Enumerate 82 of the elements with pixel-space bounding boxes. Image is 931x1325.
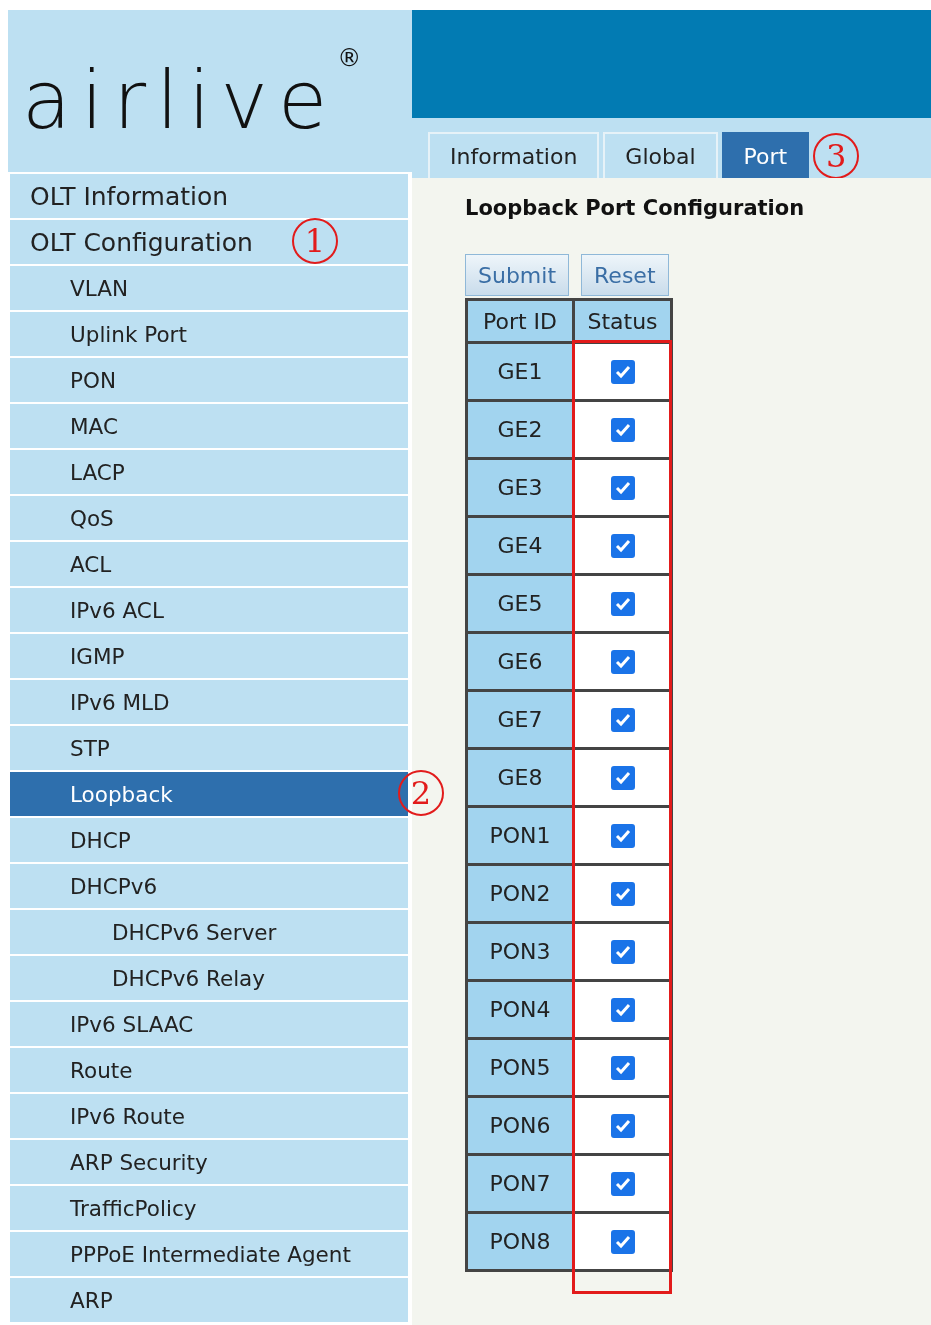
check-icon: [614, 828, 631, 843]
port-cell: PON5: [468, 1040, 572, 1095]
sidebar-item[interactable]: DHCPv6 Relay: [10, 956, 408, 1000]
sidebar-item[interactable]: LACP: [10, 450, 408, 494]
status-checkbox[interactable]: [610, 765, 635, 790]
sidebar-item[interactable]: STP: [10, 726, 408, 770]
check-icon: [614, 886, 631, 901]
check-icon: [614, 1118, 631, 1133]
status-checkbox[interactable]: [610, 591, 635, 616]
sidebar-item[interactable]: DHCPv6 Server: [10, 910, 408, 954]
port-cell: GE8: [468, 750, 572, 805]
tab[interactable]: Port: [721, 132, 810, 178]
sidebar-item[interactable]: OLT Information: [10, 174, 408, 218]
port-cell: GE6: [468, 634, 572, 689]
status-checkbox[interactable]: [610, 475, 635, 500]
sidebar-item[interactable]: ARP Security: [10, 1140, 408, 1184]
sidebar-item[interactable]: VLAN: [10, 266, 408, 310]
sidebar-item[interactable]: DHCPv6: [10, 864, 408, 908]
tab[interactable]: Information: [428, 132, 600, 178]
status-checkbox[interactable]: [610, 823, 635, 848]
sidebar-item[interactable]: ACL: [10, 542, 408, 586]
sidebar-item[interactable]: QoS: [10, 496, 408, 540]
sidebar-item[interactable]: IPv6 MLD: [10, 680, 408, 724]
check-icon: [614, 944, 631, 959]
port-cell: GE5: [468, 576, 572, 631]
status-checkbox[interactable]: [610, 1171, 635, 1196]
port-cell: GE4: [468, 518, 572, 573]
sidebar-item[interactable]: DHCP: [10, 818, 408, 862]
sidebar-item[interactable]: TrafficPolicy: [10, 1186, 408, 1230]
port-cell: PON2: [468, 866, 572, 921]
check-icon: [614, 422, 631, 437]
check-icon: [614, 538, 631, 553]
check-icon: [614, 770, 631, 785]
sidebar-item[interactable]: PON: [10, 358, 408, 402]
sidebar-item[interactable]: IPv6 SLAAC: [10, 1002, 408, 1046]
submit-button[interactable]: Submit: [465, 254, 570, 296]
sidebar-item[interactable]: MAC: [10, 404, 408, 448]
status-checkbox[interactable]: [610, 533, 635, 558]
status-checkbox[interactable]: [610, 417, 635, 442]
check-icon: [614, 1002, 631, 1017]
status-checkbox[interactable]: [610, 1113, 635, 1138]
page-heading: Loopback Port Configuration: [465, 196, 806, 220]
check-icon: [614, 480, 631, 495]
tab[interactable]: Global: [603, 132, 718, 178]
sidebar-item[interactable]: Loopback: [10, 772, 408, 816]
sidebar-item[interactable]: IPv6 ACL: [10, 588, 408, 632]
status-checkbox[interactable]: [610, 359, 635, 384]
logo: airlive®: [8, 10, 412, 172]
column-header: Port ID: [468, 301, 572, 341]
check-icon: [614, 364, 631, 379]
sidebar-item[interactable]: Route: [10, 1048, 408, 1092]
port-cell: PON3: [468, 924, 572, 979]
status-checkbox[interactable]: [610, 997, 635, 1022]
sidebar-item[interactable]: IPv6 Route: [10, 1094, 408, 1138]
port-cell: GE2: [468, 402, 572, 457]
status-checkbox[interactable]: [610, 881, 635, 906]
sidebar-item[interactable]: PPPoE Intermediate Agent: [10, 1232, 408, 1276]
check-icon: [614, 1060, 631, 1075]
callout-number: 1: [292, 218, 338, 264]
sidebar-item[interactable]: ARP: [10, 1278, 408, 1322]
check-icon: [614, 596, 631, 611]
port-cell: GE1: [468, 344, 572, 399]
status-checkbox[interactable]: [610, 939, 635, 964]
port-cell: PON1: [468, 808, 572, 863]
status-checkbox[interactable]: [610, 707, 635, 732]
check-icon: [614, 712, 631, 727]
column-header: Status: [575, 301, 670, 341]
port-cell: PON8: [468, 1214, 572, 1269]
port-cell: PON7: [468, 1156, 572, 1211]
reset-button[interactable]: Reset: [581, 254, 669, 296]
port-cell: PON4: [468, 982, 572, 1037]
sidebar-item[interactable]: Uplink Port: [10, 312, 408, 356]
status-checkbox[interactable]: [610, 1229, 635, 1254]
status-checkbox[interactable]: [610, 649, 635, 674]
check-icon: [614, 654, 631, 669]
status-checkbox[interactable]: [610, 1055, 635, 1080]
check-icon: [614, 1234, 631, 1249]
check-icon: [614, 1176, 631, 1191]
port-cell: GE3: [468, 460, 572, 515]
sidebar-item[interactable]: IGMP: [10, 634, 408, 678]
port-cell: PON6: [468, 1098, 572, 1153]
port-cell: GE7: [468, 692, 572, 747]
